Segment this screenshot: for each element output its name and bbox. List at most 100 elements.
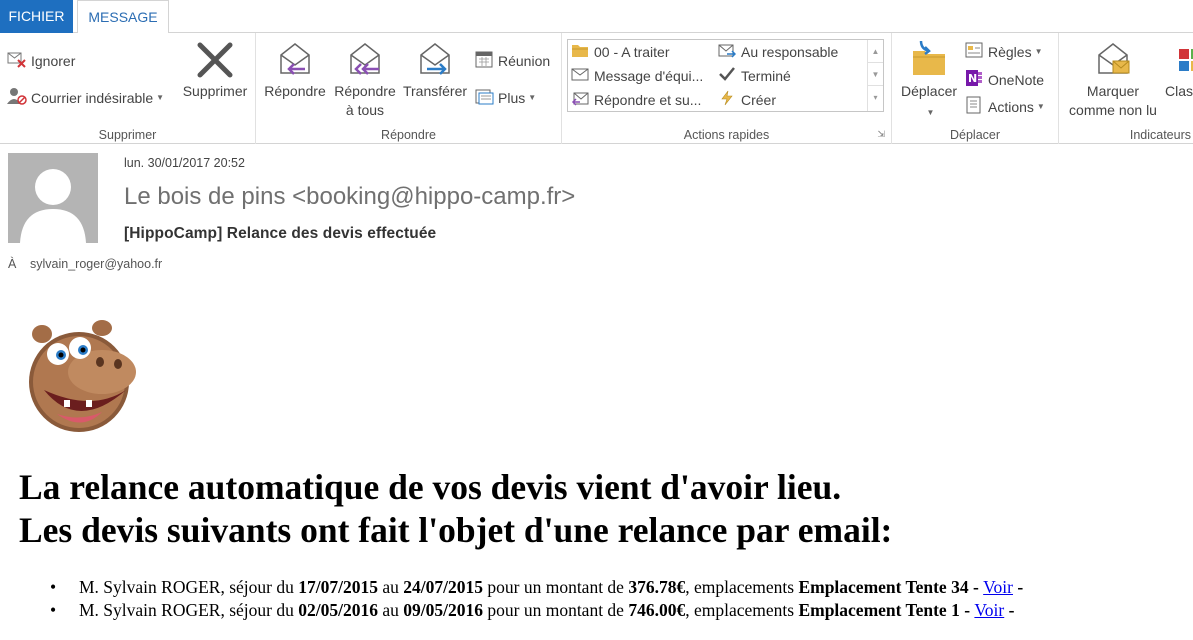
quote-location: Emplacement Tente 1 -: [798, 600, 975, 620]
to-recipient[interactable]: sylvain_roger@yahoo.fr: [30, 257, 162, 271]
quote-text: M. Sylvain ROGER, séjour du: [79, 600, 299, 620]
quick-step-termine[interactable]: Terminé: [718, 66, 791, 85]
quick-step-label: Message d'équi...: [594, 67, 704, 84]
quick-step-repondre-suppr[interactable]: Répondre et su...: [571, 90, 701, 109]
reply-all-label-1: Répondre: [334, 83, 396, 99]
quote-end-date: 09/05/2016: [403, 600, 483, 620]
svg-text:N: N: [968, 72, 977, 85]
rules-label: Règles: [988, 43, 1032, 60]
quote-text: , emplacements: [685, 577, 799, 597]
forward-button[interactable]: Transférer: [400, 39, 470, 101]
quote-text: au: [377, 600, 404, 620]
body-headline: La relance automatique de vos devis vien…: [19, 466, 892, 552]
quote-text: , emplacements: [685, 600, 799, 620]
avatar-silhouette-icon: [20, 169, 86, 243]
quick-step-au-responsable[interactable]: Au responsable: [718, 42, 838, 61]
rules-button[interactable]: Règles ▼: [964, 40, 1043, 63]
junk-button[interactable]: Courrier indésirable ▼: [7, 86, 164, 109]
tab-message[interactable]: MESSAGE: [77, 0, 169, 34]
tab-file[interactable]: FICHIER: [0, 0, 73, 33]
quote-view-link[interactable]: Voir: [983, 577, 1013, 597]
categorize-button[interactable]: Clas: [1165, 39, 1193, 101]
forward-icon: [420, 43, 450, 75]
recipient-row: Àsylvain_roger@yahoo.fr: [8, 257, 162, 271]
junk-user-icon: [7, 86, 27, 109]
categorize-label: Clas: [1165, 83, 1193, 99]
scroll-up-icon[interactable]: ▲: [868, 40, 883, 63]
quick-steps-group: 00 - A traiter Au responsable Message d'…: [562, 33, 892, 144]
quote-text: M. Sylvain ROGER, séjour du: [79, 577, 299, 597]
delete-button[interactable]: Supprimer: [176, 39, 254, 101]
quick-step-label: Au responsable: [741, 43, 839, 60]
sender-avatar: [8, 153, 98, 243]
tags-group-label: Indicateurs: [1129, 128, 1191, 142]
ignore-button[interactable]: Ignorer: [7, 49, 75, 72]
rules-icon: [964, 40, 984, 63]
list-item: M. Sylvain ROGER, séjour du 02/05/2016 a…: [50, 599, 1023, 622]
quick-step-label: Créer: [741, 91, 777, 108]
hippocamp-logo: [22, 320, 140, 438]
quote-start-date: 17/07/2015: [298, 577, 378, 597]
actions-icon: [964, 95, 984, 118]
quote-amount: 746.00€: [628, 600, 686, 620]
quote-text: -: [1004, 600, 1015, 620]
ribbon: Ignorer Courrier indésirable ▼ Supprimer…: [0, 33, 1193, 144]
folder-icon: [571, 42, 589, 61]
mark-unread-button[interactable]: Marquer comme non lu: [1061, 39, 1165, 120]
respond-group: Répondre Répondre à tous Transférer Réun…: [256, 33, 562, 144]
move-group-label: Déplacer: [949, 128, 1001, 142]
ignore-icon: [7, 49, 27, 72]
message-subject: [HippoCamp] Relance des devis effectuée: [124, 225, 437, 242]
tags-group: Marquer comme non lu Clas Indicateurs: [1059, 33, 1193, 144]
quick-step-a-traiter[interactable]: 00 - A traiter: [571, 42, 669, 61]
reply-icon: [280, 43, 310, 75]
mark-unread-icon: [1098, 43, 1130, 74]
onenote-label: OneNote: [988, 71, 1045, 88]
more-mail-icon: [474, 86, 494, 109]
headline-line-2: Les devis suivants ont fait l'objet d'un…: [19, 510, 893, 550]
actions-button[interactable]: Actions ▼: [964, 95, 1045, 118]
reply-button[interactable]: Répondre: [260, 39, 330, 101]
quote-location: Emplacement Tente 34 -: [798, 577, 984, 597]
reply-delete-icon: [571, 90, 589, 109]
quick-steps-gallery: 00 - A traiter Au responsable Message d'…: [567, 39, 884, 112]
move-button[interactable]: Déplacer ▼: [896, 39, 962, 122]
quote-amount: 376.78€: [628, 577, 686, 597]
quote-view-link[interactable]: Voir: [974, 600, 1004, 620]
more-respond-button[interactable]: Plus ▼: [474, 86, 536, 109]
calendar-icon: [474, 49, 494, 72]
chevron-down-icon: ▼: [528, 93, 537, 102]
delete-x-icon: [197, 42, 233, 78]
message-sender[interactable]: Le bois de pins <booking@hippo-camp.fr>: [124, 183, 575, 211]
quote-text: pour un montant de: [483, 600, 629, 620]
quick-step-creer[interactable]: Créer: [718, 90, 776, 109]
move-folder-icon: [913, 40, 945, 75]
forward-label: Transférer: [402, 83, 468, 99]
headline-line-1: La relance automatique de vos devis vien…: [19, 467, 842, 507]
delete-group-label: Supprimer: [98, 128, 157, 142]
chevron-down-icon: ▼: [1036, 102, 1045, 111]
delete-label: Supprimer: [182, 83, 248, 99]
delete-group: Ignorer Courrier indésirable ▼ Supprimer…: [0, 33, 256, 144]
respond-group-label: Répondre: [381, 128, 436, 142]
list-item: M. Sylvain ROGER, séjour du 17/07/2015 a…: [50, 576, 1023, 599]
message-date: lun. 30/01/2017 20:52: [124, 156, 245, 170]
quick-step-label: Terminé: [741, 67, 791, 84]
quote-text: -: [1012, 577, 1024, 597]
categorize-icon: [1179, 49, 1193, 71]
mark-unread-label-2: comme non lu: [1069, 102, 1157, 118]
lightning-icon: [718, 90, 736, 109]
checkmark-icon: [718, 66, 736, 85]
onenote-button[interactable]: N OneNote: [964, 68, 1044, 91]
reply-all-button[interactable]: Répondre à tous: [330, 39, 400, 120]
ignore-label: Ignorer: [31, 52, 76, 69]
scroll-down-icon[interactable]: ▼: [868, 63, 883, 86]
expand-gallery-icon[interactable]: ▾: [868, 86, 883, 109]
quick-steps-scroller[interactable]: ▲ ▼ ▾: [867, 40, 883, 111]
chevron-down-icon: ▼: [1034, 47, 1043, 56]
quick-step-message-equipe[interactable]: Message d'équi...: [571, 66, 703, 85]
meeting-button[interactable]: Réunion: [474, 49, 550, 72]
quote-start-date: 02/05/2016: [298, 600, 378, 620]
quote-text: au: [377, 577, 404, 597]
dialog-launcher-icon[interactable]: ⇲: [877, 129, 885, 140]
